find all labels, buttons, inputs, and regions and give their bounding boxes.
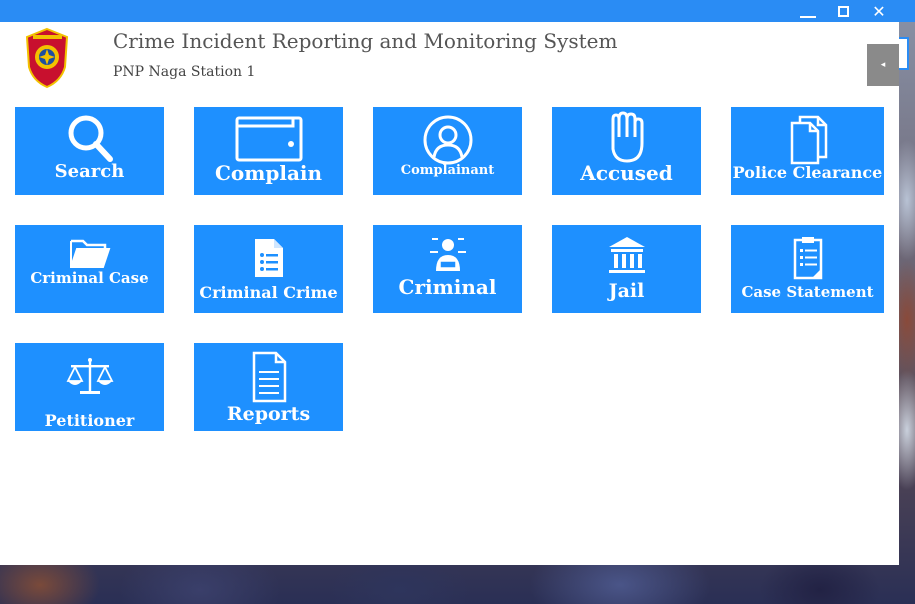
documents-icon (790, 115, 827, 165)
tile-label: Reports (226, 403, 311, 425)
tile-criminal[interactable]: Criminal (373, 225, 522, 313)
tile-criminal-crime[interactable]: Criminal Crime (194, 225, 343, 313)
tile-label: Criminal (398, 275, 497, 299)
hand-icon (611, 111, 643, 163)
app-subtitle: PNP Naga Station 1 (113, 64, 256, 80)
minimize-button[interactable] (793, 0, 823, 22)
header: Crime Incident Reporting and Monitoring … (0, 22, 899, 97)
app-title: Crime Incident Reporting and Monitoring … (113, 29, 618, 53)
collapse-arrow-icon: ◂ (880, 60, 886, 70)
tile-label: Complain (214, 161, 323, 185)
tile-label: Police Clearance (732, 163, 883, 182)
close-button[interactable]: ✕ (864, 0, 894, 22)
tile-label: Criminal Crime (199, 283, 338, 302)
report-document-icon (252, 351, 286, 403)
wallet-icon (235, 116, 302, 162)
tile-label: Search (54, 161, 125, 182)
tile-label: Complainant (400, 163, 495, 178)
tile-label: Jail (608, 280, 645, 302)
pnp-logo-icon (25, 27, 69, 89)
tile-label: Criminal Case (30, 269, 149, 287)
tile-complain[interactable]: Complain (194, 107, 343, 195)
sidebar-edge (899, 37, 909, 70)
clipboard-icon (793, 237, 822, 280)
tile-reports[interactable]: Reports (194, 343, 343, 431)
tile-petitioner[interactable]: Petitioner (15, 343, 164, 431)
jail-building-icon (608, 237, 645, 273)
search-icon (68, 115, 113, 162)
window-titlebar[interactable]: ✕ (0, 0, 915, 22)
sidebar-toggle-button[interactable]: ◂ (867, 44, 899, 86)
folder-icon (69, 239, 110, 268)
tile-accused[interactable]: Accused (552, 107, 701, 195)
tile-label: Accused (580, 161, 673, 185)
minimize-icon (800, 16, 816, 18)
tile-search[interactable]: Search (15, 107, 164, 195)
maximize-icon (837, 5, 849, 17)
tile-label: Case Statement (741, 283, 874, 301)
close-icon: ✕ (872, 1, 886, 21)
list-document-icon (254, 239, 283, 277)
tile-jail[interactable]: Jail (552, 225, 701, 313)
tile-label: Petitioner (44, 411, 135, 430)
tile-case-statement[interactable]: Case Statement (731, 225, 884, 313)
tile-criminal-case[interactable]: Criminal Case (15, 225, 164, 313)
user-circle-icon (423, 115, 472, 165)
scales-icon (66, 358, 113, 394)
tile-police-clearance[interactable]: Police Clearance (731, 107, 884, 195)
criminal-icon (429, 238, 466, 271)
maximize-button[interactable] (828, 0, 858, 22)
tile-complainant[interactable]: Complainant (373, 107, 522, 195)
